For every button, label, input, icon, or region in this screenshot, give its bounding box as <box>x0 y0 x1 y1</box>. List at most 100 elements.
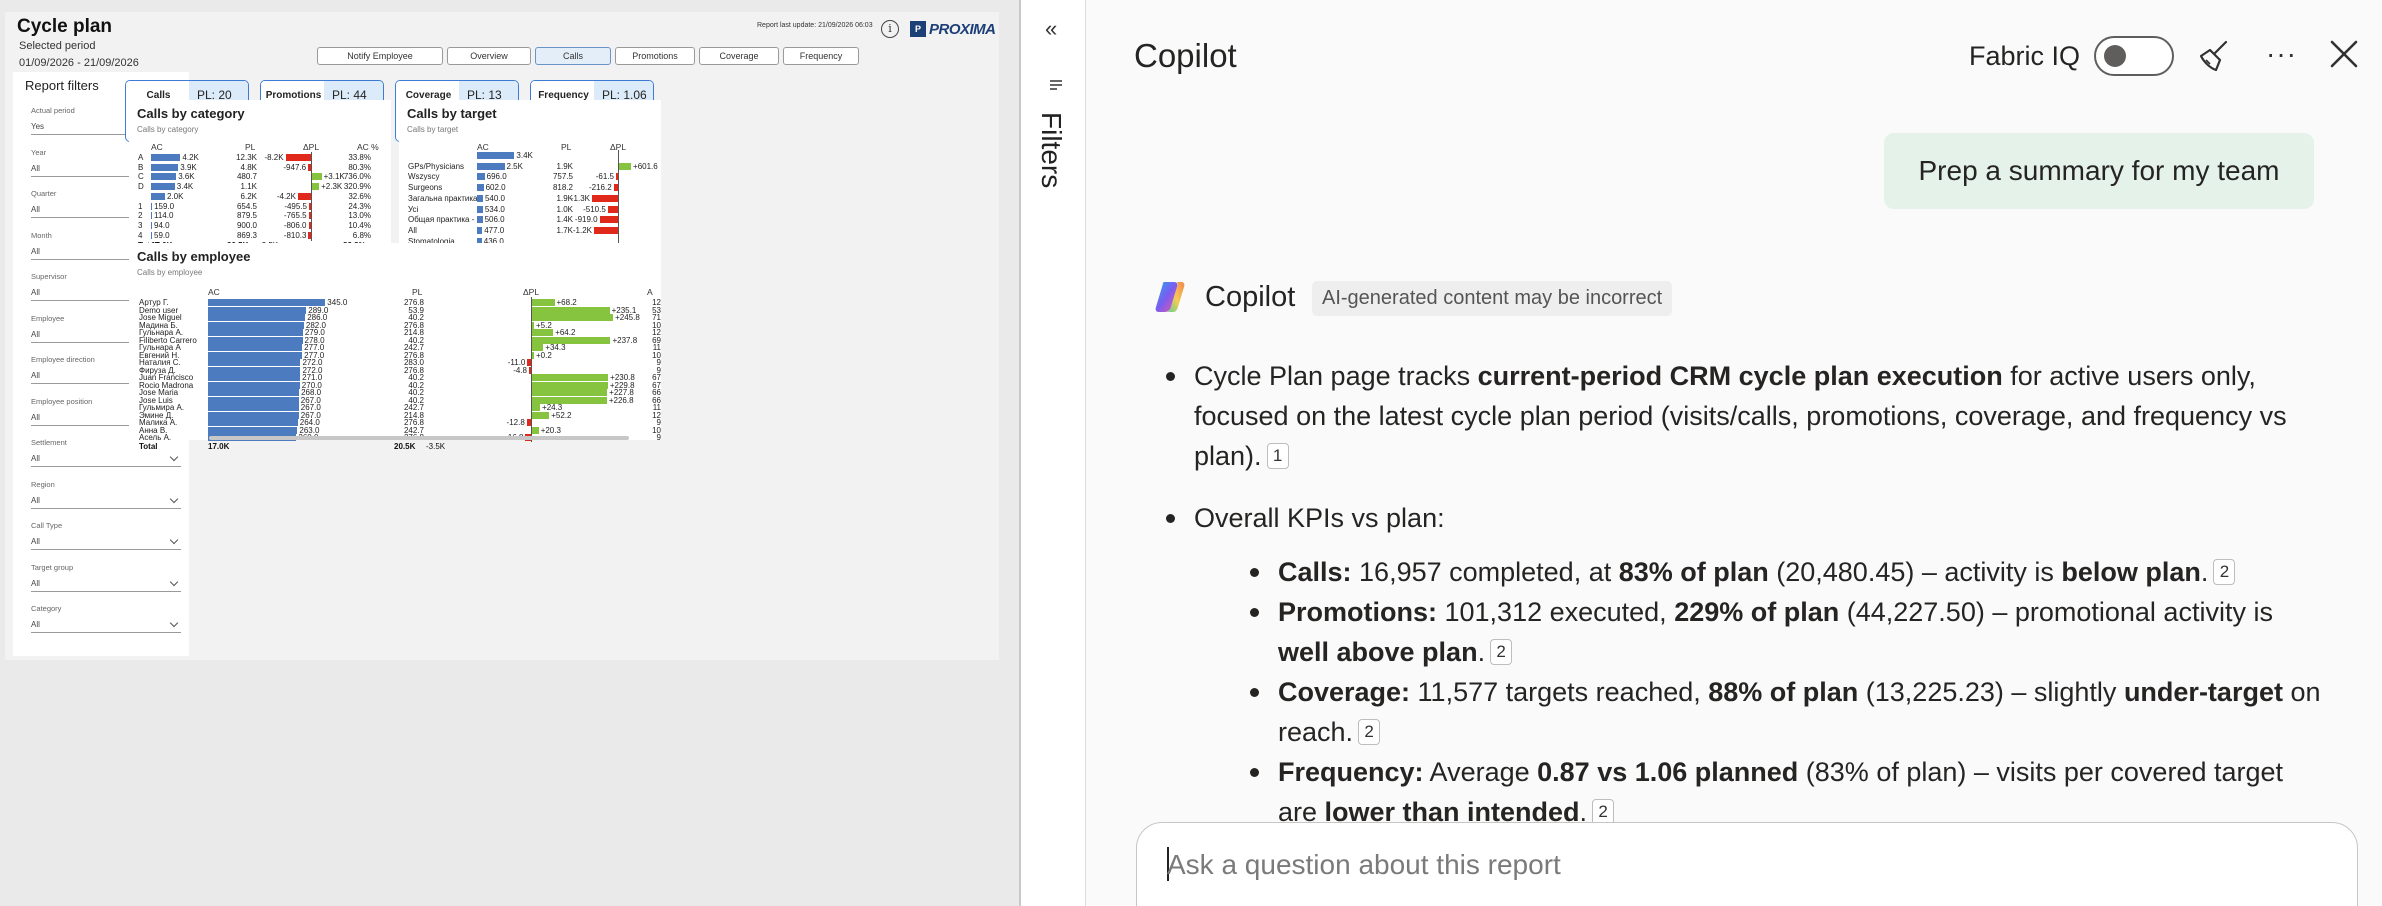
variance-bar-positive[interactable] <box>532 411 550 419</box>
ac-bar[interactable] <box>477 205 483 213</box>
variance-bar-negative[interactable] <box>599 216 618 224</box>
variance-bar-negative[interactable] <box>607 205 618 213</box>
more-options-icon[interactable]: ··· <box>2266 38 2297 70</box>
ac-percent-label: 33.8% <box>348 153 371 162</box>
variance-bar-positive[interactable] <box>619 162 632 170</box>
filter-sliders-icon[interactable] <box>1048 78 1064 92</box>
citation-reference[interactable]: 2 <box>2213 559 2236 585</box>
nav-button-coverage[interactable]: Coverage <box>699 47 779 65</box>
ac-bar[interactable] <box>208 366 301 374</box>
variance-bar-negative[interactable] <box>594 226 618 234</box>
column-header-ac: AC <box>151 142 163 152</box>
filter-dropdown[interactable]: All <box>31 577 181 592</box>
ac-bar[interactable] <box>477 226 483 234</box>
close-icon[interactable] <box>2326 36 2362 72</box>
ac-bar[interactable] <box>151 154 181 161</box>
ac-bar[interactable] <box>151 231 152 239</box>
ac-bar[interactable] <box>477 216 483 224</box>
variance-bar-negative[interactable] <box>616 173 618 181</box>
citation-reference[interactable]: 2 <box>1490 639 1513 665</box>
pl-value-label: 757.5 <box>552 172 573 182</box>
variance-bar-negative[interactable] <box>308 212 311 220</box>
variance-bar-negative[interactable] <box>529 366 531 374</box>
variance-bar-positive[interactable] <box>532 336 611 344</box>
filter-dropdown[interactable]: All <box>31 618 181 633</box>
variance-bar-negative[interactable] <box>592 194 618 202</box>
variance-bar-negative[interactable] <box>308 163 311 171</box>
variance-bar-negative[interactable] <box>526 419 531 426</box>
ac-bar[interactable] <box>208 374 301 381</box>
ask-question-input[interactable] <box>1167 849 2267 881</box>
ac-bar[interactable] <box>208 426 298 434</box>
response-bold-text: 229% of plan <box>1674 597 1840 627</box>
nav-button-overview[interactable]: Overview <box>447 47 531 65</box>
citation-reference[interactable]: 1 <box>1266 443 1289 469</box>
ac-bar[interactable] <box>151 183 175 191</box>
filter-dropdown[interactable]: All <box>31 452 181 467</box>
variance-bar-positive[interactable] <box>532 299 555 306</box>
ac-bar[interactable] <box>208 321 304 329</box>
variance-bar-positive[interactable] <box>532 389 608 396</box>
ac-bar[interactable] <box>151 192 165 200</box>
ac-bar[interactable] <box>208 314 306 321</box>
ac-bar[interactable] <box>151 163 179 171</box>
variance-bar-negative[interactable] <box>309 202 311 210</box>
ac-bar[interactable] <box>208 419 298 426</box>
calls-by-employee-visual[interactable]: Calls by employee Calls by employee AC PL… <box>129 243 661 451</box>
ask-question-box[interactable] <box>1136 822 2358 906</box>
nav-button-frequency[interactable]: Frequency <box>783 47 859 65</box>
broom-clear-icon[interactable] <box>2196 38 2232 74</box>
fabric-iq-toggle[interactable] <box>2094 36 2174 76</box>
filters-pane-collapsed[interactable]: « Filters <box>1019 0 1086 906</box>
ac-bar[interactable] <box>208 411 299 419</box>
variance-bar-positive[interactable] <box>532 306 610 314</box>
variance-bar-positive[interactable] <box>532 329 554 336</box>
ac-bar[interactable] <box>477 152 515 159</box>
ac-bar[interactable] <box>208 381 300 389</box>
ac-bar[interactable] <box>151 212 152 220</box>
variance-bar-negative[interactable] <box>285 154 311 161</box>
ac-bar[interactable] <box>477 184 484 192</box>
variance-bar-negative[interactable] <box>297 192 311 200</box>
ac-bar[interactable] <box>208 306 307 314</box>
ac-bar[interactable] <box>477 173 485 181</box>
double-chevron-left-icon[interactable]: « <box>1045 16 1057 42</box>
variance-bar-positive[interactable] <box>532 374 609 381</box>
ac-bar[interactable] <box>208 351 303 359</box>
nav-button-notify-employee[interactable]: Notify Employee <box>317 47 443 65</box>
row-label: Surgeons <box>408 183 443 193</box>
column-header-dpl: ΔPL <box>523 287 540 297</box>
variance-bar-positive[interactable] <box>532 381 608 389</box>
ac-bar[interactable] <box>151 173 177 181</box>
variance-bar-positive[interactable] <box>532 321 534 329</box>
variance-bar-negative[interactable] <box>308 231 311 239</box>
variance-bar-positive[interactable] <box>532 426 539 434</box>
variance-bar-negative[interactable] <box>527 359 531 366</box>
ac-bar[interactable] <box>477 194 483 202</box>
variance-bar-negative[interactable] <box>613 184 618 192</box>
horizontal-scrollbar[interactable] <box>209 436 629 440</box>
ac-bar[interactable] <box>208 396 299 404</box>
filter-dropdown[interactable]: All <box>31 535 181 550</box>
variance-bar-positive[interactable] <box>532 351 534 359</box>
nav-button-promotions[interactable]: Promotions <box>615 47 695 65</box>
info-icon[interactable]: i <box>881 20 899 38</box>
ac-bar[interactable] <box>208 329 303 336</box>
variance-bar-negative[interactable] <box>308 221 311 229</box>
ac-bar[interactable] <box>208 404 299 411</box>
ac-bar[interactable] <box>208 359 301 366</box>
filters-pane-label[interactable]: Filters <box>1035 112 1067 188</box>
ac-bar[interactable] <box>477 162 505 170</box>
ac-bar[interactable] <box>208 344 303 351</box>
nav-button-calls[interactable]: Calls <box>535 47 611 65</box>
variance-bar-positive[interactable] <box>312 173 322 181</box>
variance-bar-positive[interactable] <box>312 183 320 191</box>
variance-bar-positive[interactable] <box>532 404 541 411</box>
ac-bar[interactable] <box>208 389 300 396</box>
ac-bar[interactable] <box>151 221 152 229</box>
citation-reference[interactable]: 2 <box>1358 719 1381 745</box>
filter-dropdown[interactable]: All <box>31 494 181 509</box>
ac-bar[interactable] <box>151 202 153 210</box>
ac-value-label: 4.2K <box>182 153 199 162</box>
ac-bar[interactable] <box>208 336 303 344</box>
